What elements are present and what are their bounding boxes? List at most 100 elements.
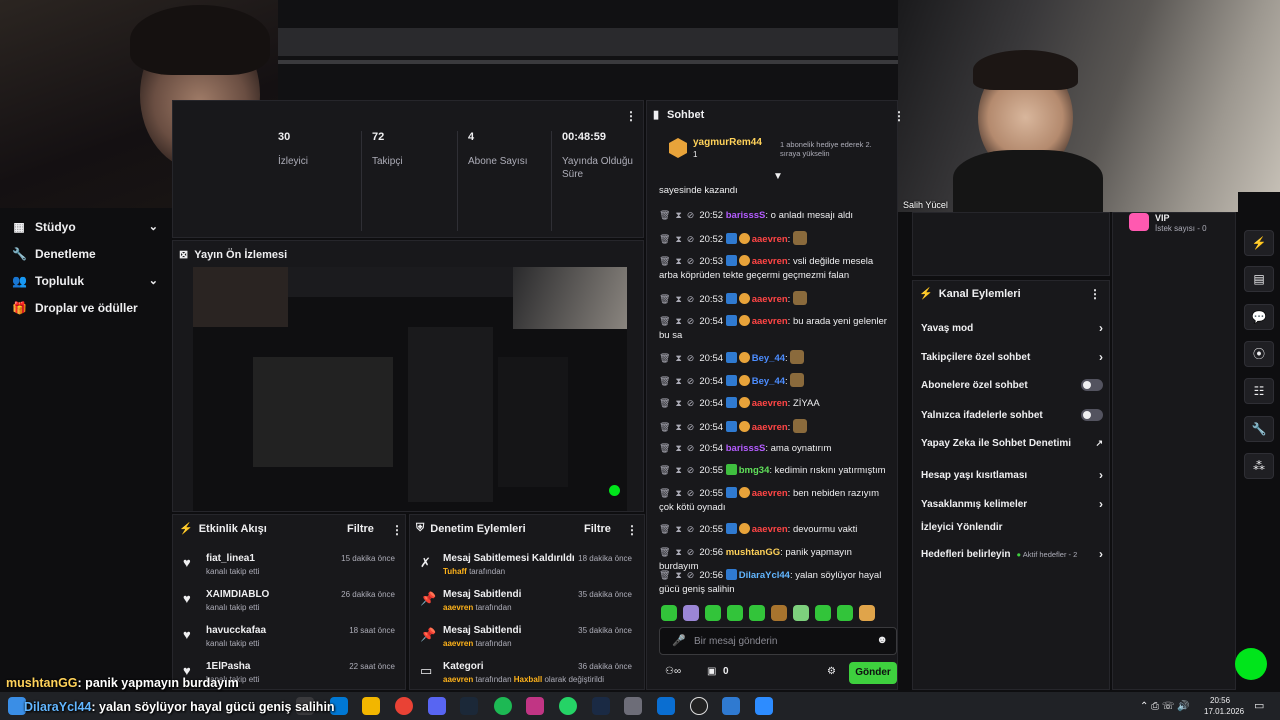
layout-icon[interactable]: ☷ bbox=[1244, 378, 1274, 404]
timeout-icon[interactable]: ⧗ bbox=[675, 398, 681, 408]
timeout-icon[interactable]: ⧗ bbox=[675, 443, 681, 453]
ban-icon[interactable]: ⊘ bbox=[687, 488, 695, 498]
timeout-icon[interactable]: ⧗ bbox=[675, 256, 681, 266]
document-icon[interactable]: ▤ bbox=[1244, 266, 1274, 292]
ban-icon[interactable]: ⊘ bbox=[687, 465, 695, 475]
notepad-icon[interactable] bbox=[624, 697, 642, 715]
instagram-icon[interactable] bbox=[526, 697, 544, 715]
timeout-icon[interactable]: ⧗ bbox=[675, 465, 681, 475]
steam-icon[interactable] bbox=[460, 697, 478, 715]
notification-icon[interactable]: ▭ bbox=[1254, 699, 1264, 712]
banned-words-row[interactable]: Yasaklanmış kelimeler › bbox=[921, 497, 1103, 511]
send-button[interactable]: Gönder bbox=[849, 662, 897, 684]
more-icon[interactable]: ⋮ bbox=[893, 109, 905, 123]
infinity-icon[interactable]: ⚇∞ bbox=[665, 666, 681, 677]
timeout-icon[interactable]: ⧗ bbox=[675, 488, 681, 498]
zoom-icon[interactable] bbox=[755, 697, 773, 715]
followers-only-row[interactable]: Takipçilere özel sohbet › bbox=[921, 350, 1103, 364]
account-age-row[interactable]: Hesap yaşı kısıtlaması › bbox=[921, 468, 1103, 482]
toggle-switch[interactable] bbox=[1081, 409, 1103, 421]
ban-icon[interactable]: ⊘ bbox=[687, 547, 695, 557]
emote-bar[interactable] bbox=[661, 605, 897, 623]
ban-icon[interactable]: ⊘ bbox=[687, 398, 695, 408]
timeout-icon[interactable]: ⧗ bbox=[675, 524, 681, 534]
obs-icon[interactable] bbox=[690, 697, 708, 715]
stream-preview-video[interactable] bbox=[193, 267, 627, 511]
delete-icon[interactable]: 🗑 bbox=[659, 210, 670, 220]
subscribers-only-row[interactable]: Abonelere özel sohbet bbox=[921, 379, 1103, 391]
delete-icon[interactable]: 🗑 bbox=[659, 376, 670, 386]
chat-message: 🗑 ⧗ ⊘ 20:55 aaevren: devourmu vakti bbox=[659, 523, 858, 535]
apps-icon[interactable]: ⁂ bbox=[1244, 453, 1274, 479]
app-icon[interactable] bbox=[722, 697, 740, 715]
points-icon[interactable]: ▣ bbox=[707, 666, 716, 677]
nav-item-studio[interactable]: ▦ Stüdyo ⌄ bbox=[0, 213, 172, 240]
slow-mode-row[interactable]: Yavaş mod › bbox=[921, 321, 1103, 335]
more-icon[interactable]: ⋮ bbox=[1089, 287, 1101, 301]
bolt-icon[interactable]: ⚡ bbox=[1244, 230, 1274, 256]
ban-icon[interactable]: ⊘ bbox=[687, 294, 695, 304]
delete-icon[interactable]: 🗑 bbox=[659, 398, 670, 408]
raid-row[interactable]: İzleyici Yönlendir bbox=[921, 522, 1103, 533]
nav-item-drops[interactable]: 🎁 Droplar ve ödüller bbox=[0, 294, 172, 321]
ban-icon[interactable]: ⊘ bbox=[687, 256, 695, 266]
ban-icon[interactable]: ⊘ bbox=[687, 353, 695, 363]
goals-row[interactable]: Hedefleri belirleyin ● Aktif hedefler - 2… bbox=[921, 547, 1103, 561]
spotify-icon[interactable] bbox=[494, 697, 512, 715]
timeout-icon[interactable]: ⧗ bbox=[675, 376, 681, 386]
delete-icon[interactable]: 🗑 bbox=[659, 294, 670, 304]
collapse-icon[interactable]: ▼ bbox=[773, 171, 783, 182]
folder-icon[interactable] bbox=[362, 697, 380, 715]
more-icon[interactable]: ⋮ bbox=[391, 523, 403, 537]
more-icon[interactable]: ⋮ bbox=[625, 109, 637, 123]
ban-icon[interactable]: ⊘ bbox=[687, 234, 695, 244]
timeout-icon[interactable]: ⧗ bbox=[675, 422, 681, 432]
whatsapp-icon[interactable] bbox=[559, 697, 577, 715]
delete-icon[interactable]: 🗑 bbox=[659, 256, 670, 266]
delete-icon[interactable]: 🗑 bbox=[659, 316, 670, 326]
filter-button[interactable]: Filtre bbox=[584, 523, 611, 535]
delete-icon[interactable]: 🗑 bbox=[659, 570, 670, 580]
filter-button[interactable]: Filtre bbox=[347, 523, 374, 535]
timeout-icon[interactable]: ⧗ bbox=[675, 547, 681, 557]
ban-icon[interactable]: ⊘ bbox=[687, 422, 695, 432]
chat-icon[interactable]: 💬 bbox=[1244, 304, 1274, 330]
nav-item-moderation[interactable]: 🔧 Denetleme bbox=[0, 240, 172, 267]
toggle-switch[interactable] bbox=[1081, 379, 1103, 391]
delete-icon[interactable]: 🗑 bbox=[659, 465, 670, 475]
timeout-icon[interactable]: ⧗ bbox=[675, 353, 681, 363]
timeout-icon[interactable]: ⧗ bbox=[675, 294, 681, 304]
delete-icon[interactable]: 🗑 bbox=[659, 524, 670, 534]
emoji-icon[interactable]: ☻ bbox=[876, 634, 888, 646]
ban-icon[interactable]: ⊘ bbox=[687, 316, 695, 326]
delete-icon[interactable]: 🗑 bbox=[659, 234, 670, 244]
ban-icon[interactable]: ⊘ bbox=[687, 210, 695, 220]
timeout-icon[interactable]: ⧗ bbox=[675, 570, 681, 580]
chrome-icon[interactable] bbox=[395, 697, 413, 715]
tray-icons[interactable]: ⌃ ⎙ ☏ 🔊 bbox=[1140, 701, 1190, 712]
settings-icon[interactable]: ⚙ bbox=[827, 666, 836, 677]
emote-only-row[interactable]: Yalnızca ifadelerle sohbet bbox=[921, 409, 1103, 421]
delete-icon[interactable]: 🗑 bbox=[659, 488, 670, 498]
delete-icon[interactable]: 🗑 bbox=[659, 547, 670, 557]
delete-icon[interactable]: 🗑 bbox=[659, 422, 670, 432]
timeout-icon[interactable]: ⧗ bbox=[675, 316, 681, 326]
ban-icon[interactable]: ⊘ bbox=[687, 524, 695, 534]
vscode-icon[interactable] bbox=[657, 697, 675, 715]
timeout-icon[interactable]: ⧗ bbox=[675, 210, 681, 220]
delete-icon[interactable]: 🗑 bbox=[659, 443, 670, 453]
chat-input[interactable]: 🎤 Bir mesaj gönderin ☻ bbox=[659, 627, 897, 655]
discord-icon[interactable] bbox=[428, 697, 446, 715]
app-icon[interactable] bbox=[592, 697, 610, 715]
ban-icon[interactable]: ⊘ bbox=[687, 570, 695, 580]
ban-icon[interactable]: ⊘ bbox=[687, 376, 695, 386]
nav-item-community[interactable]: 👥 Topluluk ⌄ bbox=[0, 267, 172, 294]
more-icon[interactable]: ⋮ bbox=[626, 523, 638, 537]
message-text: ZİYAA bbox=[792, 398, 820, 409]
timeout-icon[interactable]: ⧗ bbox=[675, 234, 681, 244]
wrench-icon[interactable]: 🔧 bbox=[1244, 416, 1274, 442]
delete-icon[interactable]: 🗑 bbox=[659, 353, 670, 363]
broadcast-icon[interactable]: ⦿ bbox=[1244, 341, 1274, 367]
ai-moderation-row[interactable]: Yapay Zeka ile Sohbet Denetimi ↗ bbox=[921, 438, 1103, 449]
ban-icon[interactable]: ⊘ bbox=[687, 443, 695, 453]
